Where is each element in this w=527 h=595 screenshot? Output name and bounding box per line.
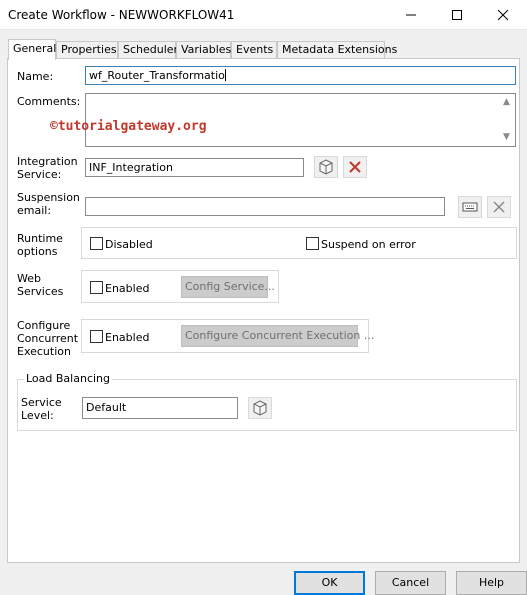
watermark: ©tutorialgateway.org — [50, 119, 207, 134]
suspension-email-input[interactable] — [85, 197, 445, 216]
tab-properties[interactable]: Properties — [56, 41, 118, 59]
configure-concurrent-execution-button[interactable]: Configure Concurrent Execution ... — [181, 325, 374, 347]
web-services-enabled-label: Enabled — [105, 282, 150, 295]
tab-variables[interactable]: Variables — [176, 41, 231, 59]
close-button[interactable] — [480, 0, 526, 30]
concurrent-execution-label-1: Configure — [17, 319, 71, 332]
integration-service-label-1: Integration — [17, 155, 78, 168]
close-icon — [497, 9, 509, 21]
concurrent-enabled-label: Enabled — [105, 331, 150, 344]
maximize-icon — [452, 10, 462, 20]
title-bar: Create Workflow - NEWWORKFLOW41 — [0, 0, 527, 30]
browse-integration-button[interactable] — [314, 156, 338, 178]
config-service-button[interactable]: Config Service... — [181, 276, 275, 298]
web-services-label-2: Services — [17, 285, 64, 298]
tab-events[interactable]: Events — [231, 41, 277, 59]
help-button[interactable]: Help — [456, 571, 527, 595]
name-value: wf_Router_Transformatio — [89, 69, 225, 82]
scroll-down-icon[interactable]: ▼ — [503, 133, 510, 142]
suspend-on-error-checkbox[interactable] — [306, 237, 319, 250]
integration-service-input[interactable]: INF_Integration — [85, 158, 304, 177]
minimize-button[interactable] — [388, 0, 434, 30]
browse-service-level-button[interactable] — [248, 397, 272, 419]
maximize-button[interactable] — [434, 0, 480, 30]
name-label: Name: — [17, 70, 54, 83]
delete-x-disabled-icon — [493, 201, 505, 213]
concurrent-execution-label-3: Execution — [17, 345, 71, 358]
runtime-options-label-2: options — [17, 245, 58, 258]
web-services-label-1: Web — [17, 272, 41, 285]
tab-scheduler[interactable]: Scheduler — [118, 41, 178, 59]
suspension-email-label-2: email: — [17, 204, 52, 217]
service-level-label-2: Level: — [21, 409, 54, 422]
service-level-input[interactable]: Default — [82, 397, 238, 419]
runtime-options-label-1: Runtime — [17, 232, 63, 245]
clear-email-button[interactable] — [487, 196, 511, 218]
text-caret — [224, 69, 226, 81]
cube-icon — [319, 159, 333, 175]
keyboard-icon — [462, 202, 478, 212]
tab-general[interactable]: General — [8, 39, 56, 60]
name-input[interactable]: wf_Router_Transformatio — [85, 66, 516, 85]
disabled-checkbox[interactable] — [90, 237, 103, 250]
scroll-up-icon[interactable]: ▲ — [503, 98, 510, 107]
tab-metadata-extensions[interactable]: Metadata Extensions — [277, 41, 397, 59]
disabled-label: Disabled — [105, 238, 153, 251]
web-services-enabled-checkbox[interactable] — [90, 281, 103, 294]
cube-icon — [253, 400, 267, 416]
ok-button[interactable]: OK — [294, 571, 365, 595]
service-level-label-1: Service — [21, 396, 62, 409]
delete-x-icon — [349, 161, 361, 173]
minimize-icon — [406, 14, 416, 16]
suspend-on-error-label: Suspend on error — [321, 238, 416, 251]
window-title: Create Workflow - NEWWORKFLOW41 — [8, 8, 235, 22]
clear-integration-button[interactable] — [343, 156, 367, 178]
comments-label: Comments: — [17, 95, 81, 108]
concurrent-execution-label-2: Concurrent — [17, 332, 79, 345]
integration-service-label-2: Service: — [17, 168, 62, 181]
cancel-button[interactable]: Cancel — [375, 571, 446, 595]
browse-email-button[interactable] — [458, 196, 482, 218]
comments-scrollbar[interactable]: ▲ ▼ — [500, 94, 515, 146]
load-balancing-legend: Load Balancing — [24, 372, 112, 385]
concurrent-enabled-checkbox[interactable] — [90, 330, 103, 343]
suspension-email-label-1: Suspension — [17, 191, 80, 204]
